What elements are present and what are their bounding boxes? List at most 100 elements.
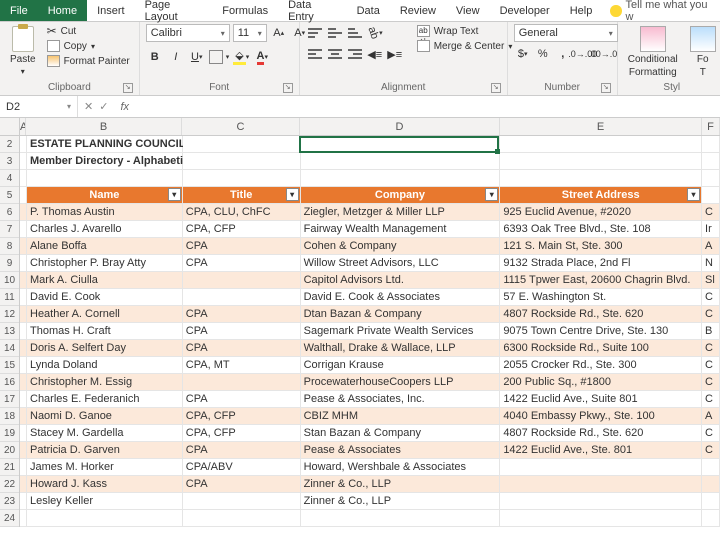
table-row[interactable]: Charles E. FederanichCPAPease & Associat… <box>20 391 720 408</box>
wrap-text-button[interactable]: ab↵Wrap Text <box>414 24 516 38</box>
col-head-B[interactable]: B <box>26 118 182 135</box>
row-head-22[interactable]: 22 <box>0 476 19 493</box>
cut-button[interactable]: ✂Cut <box>44 24 133 38</box>
formula-input[interactable] <box>135 96 720 117</box>
font-name-combo[interactable]: Calibri▾ <box>146 24 230 42</box>
table-row[interactable]: Doris A. Selfert DayCPAWalthall, Drake &… <box>20 340 720 357</box>
grow-font-button[interactable]: A▴ <box>270 24 288 42</box>
font-size-combo[interactable]: 11▾ <box>233 24 267 42</box>
row-head-4[interactable]: 4 <box>0 170 19 187</box>
table-row[interactable]: Lynda DolandCPA, MTCorrigan Krause2055 C… <box>20 357 720 374</box>
bold-button[interactable]: B <box>146 48 164 66</box>
table-row[interactable]: Mark A. CiullaCapitol Advisors Ltd.1115 … <box>20 272 720 289</box>
accept-formula-icon[interactable]: ✓ <box>99 100 108 113</box>
fill-color-button[interactable]: ⬙▾ <box>232 48 250 66</box>
col-head-E[interactable]: E <box>500 118 702 135</box>
row-head-10[interactable]: 10 <box>0 272 19 289</box>
merge-center-button[interactable]: Merge & Center▾ <box>414 39 516 53</box>
number-dialog-icon[interactable]: ↘ <box>601 83 611 93</box>
tab-help[interactable]: Help <box>560 0 603 21</box>
filter-button[interactable]: ▾ <box>286 188 299 201</box>
table-row[interactable]: Naomi D. GanoeCPA, CFPCBIZ MHM4040 Embas… <box>20 408 720 425</box>
row-head-17[interactable]: 17 <box>0 391 19 408</box>
column-headers[interactable]: A B C D E F <box>20 118 720 136</box>
table-row[interactable]: James M. HorkerCPA/ABVHoward, Wershbale … <box>20 459 720 476</box>
row-head-18[interactable]: 18 <box>0 408 19 425</box>
font-dialog-icon[interactable]: ↘ <box>283 83 293 93</box>
format-table-button[interactable]: FoT <box>686 24 720 80</box>
tab-developer[interactable]: Developer <box>490 0 560 21</box>
table-row[interactable]: Thomas H. CraftCPASagemark Private Wealt… <box>20 323 720 340</box>
worksheet-grid[interactable]: A B C D E F 2345678910111213141516171819… <box>0 118 720 540</box>
italic-button[interactable]: I <box>167 48 185 66</box>
fx-icon[interactable]: fx <box>114 101 135 113</box>
paste-button[interactable]: Paste▾ <box>6 24 40 78</box>
row-head-24[interactable]: 24 <box>0 510 19 527</box>
accounting-button[interactable]: $▾ <box>514 45 532 63</box>
align-left-button[interactable] <box>306 45 324 63</box>
format-painter-button[interactable]: Format Painter <box>44 54 133 68</box>
table-row[interactable]: Heather A. CornellCPADtan Bazan & Compan… <box>20 306 720 323</box>
number-format-combo[interactable]: General▾ <box>514 24 618 42</box>
filter-button[interactable]: ▾ <box>485 188 498 201</box>
row-head-23[interactable]: 23 <box>0 493 19 510</box>
col-head-D[interactable]: D <box>300 118 500 135</box>
row-head-12[interactable]: 12 <box>0 306 19 323</box>
name-box[interactable]: D2▾ <box>0 96 78 117</box>
orientation-button[interactable]: ab▾ <box>366 24 384 42</box>
table-row[interactable]: Alane BoffaCPACohen & Company121 S. Main… <box>20 238 720 255</box>
tab-data[interactable]: Data <box>347 0 390 21</box>
alignment-dialog-icon[interactable]: ↘ <box>491 83 501 93</box>
row-head-7[interactable]: 7 <box>0 221 19 238</box>
align-bottom-button[interactable] <box>346 24 364 42</box>
percent-button[interactable]: % <box>534 45 552 63</box>
row-head-21[interactable]: 21 <box>0 459 19 476</box>
align-right-button[interactable] <box>346 45 364 63</box>
cancel-formula-icon[interactable]: ✕ <box>84 100 93 113</box>
row-head-13[interactable]: 13 <box>0 323 19 340</box>
select-all-corner[interactable] <box>0 118 20 136</box>
row-head-14[interactable]: 14 <box>0 340 19 357</box>
tab-home[interactable]: Home <box>38 0 87 21</box>
table-row[interactable]: Patricia D. GarvenCPAPease & Associates1… <box>20 442 720 459</box>
table-row[interactable]: Lesley KellerZinner & Co., LLP <box>20 493 720 510</box>
conditional-formatting-button[interactable]: ConditionalFormatting <box>624 24 682 80</box>
increase-indent-button[interactable]: ▶≡ <box>386 45 404 63</box>
copy-button[interactable]: Copy▾ <box>44 39 133 53</box>
table-row[interactable]: Howard J. KassCPAZinner & Co., LLP <box>20 476 720 493</box>
col-head-F[interactable]: F <box>702 118 720 135</box>
tab-review[interactable]: Review <box>390 0 446 21</box>
font-color-button[interactable]: A▾ <box>253 48 271 66</box>
tell-me[interactable]: Tell me what you w <box>602 0 720 21</box>
table-row[interactable]: Christopher P. Bray AttyCPAWillow Street… <box>20 255 720 272</box>
tab-formulas[interactable]: Formulas <box>212 0 278 21</box>
row-headers[interactable]: 23456789101112131415161718192021222324 <box>0 136 20 527</box>
border-button[interactable] <box>209 50 223 64</box>
align-top-button[interactable] <box>306 24 324 42</box>
row-head-16[interactable]: 16 <box>0 374 19 391</box>
row-head-8[interactable]: 8 <box>0 238 19 255</box>
table-row[interactable]: Charles J. AvarelloCPA, CFPFairway Wealt… <box>20 221 720 238</box>
clipboard-dialog-icon[interactable]: ↘ <box>123 83 133 93</box>
align-center-button[interactable] <box>326 45 344 63</box>
col-head-C[interactable]: C <box>182 118 300 135</box>
row-head-3[interactable]: 3 <box>0 153 19 170</box>
row-head-19[interactable]: 19 <box>0 425 19 442</box>
row-head-5[interactable]: 5 <box>0 187 19 204</box>
row-head-6[interactable]: 6 <box>0 204 19 221</box>
filter-button[interactable]: ▾ <box>168 188 181 201</box>
tab-file[interactable]: File <box>0 0 38 21</box>
underline-button[interactable]: U▾ <box>188 48 206 66</box>
row-head-2[interactable]: 2 <box>0 136 19 153</box>
decrease-decimal-button[interactable]: .00→.0 <box>594 45 612 63</box>
tab-page-layout[interactable]: Page Layout <box>135 0 213 21</box>
row-head-11[interactable]: 11 <box>0 289 19 306</box>
align-middle-button[interactable] <box>326 24 344 42</box>
tab-data-entry[interactable]: Data Entry <box>278 0 347 21</box>
tab-view[interactable]: View <box>446 0 490 21</box>
table-row[interactable]: David E. CookDavid E. Cook & Associates5… <box>20 289 720 306</box>
tab-insert[interactable]: Insert <box>87 0 135 21</box>
table-row[interactable]: Christopher M. EssigProcewaterhouseCoope… <box>20 374 720 391</box>
decrease-indent-button[interactable]: ◀≡ <box>366 45 384 63</box>
row-head-15[interactable]: 15 <box>0 357 19 374</box>
